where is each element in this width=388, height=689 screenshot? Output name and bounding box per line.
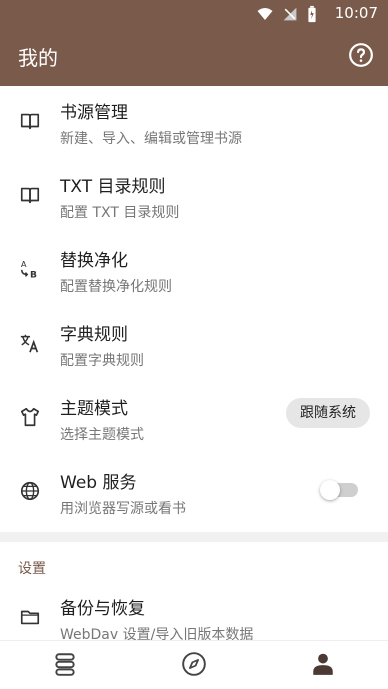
menu-list: 书源管理 新建、导入、编辑或管理书源 TXT 目录规则 配置 TXT 目录规则 … <box>0 86 388 656</box>
row-theme-mode[interactable]: 主题模式 选择主题模式 跟随系统 <box>0 382 388 456</box>
row-subtitle: 配置替换净化规则 <box>60 279 172 295</box>
svg-text:A: A <box>21 259 27 269</box>
row-title: 字典规则 <box>60 325 128 345</box>
book-open-icon <box>19 184 41 206</box>
section-divider <box>0 532 388 542</box>
svg-text:B: B <box>30 269 37 280</box>
status-bar: 10:07 <box>0 0 388 26</box>
page-title: 我的 <box>18 46 58 70</box>
row-dictionary-rules[interactable]: 字典规则 配置字典规则 <box>0 308 388 382</box>
row-txt-toc-rules[interactable]: TXT 目录规则 配置 TXT 目录规则 <box>0 160 388 234</box>
row-web-service[interactable]: Web 服务 用浏览器写源或看书 <box>0 456 388 530</box>
nav-bookshelf[interactable] <box>52 651 78 677</box>
web-service-toggle[interactable] <box>320 480 358 500</box>
section-header-settings: 设置 <box>18 561 46 577</box>
row-title: 替换净化 <box>60 251 128 271</box>
swap-ab-icon: A B <box>19 258 41 280</box>
app-bar: 我的 <box>0 26 388 86</box>
row-title: Web 服务 <box>60 473 137 493</box>
bookshelf-icon <box>55 653 75 676</box>
status-time: 10:07 <box>334 4 378 22</box>
row-subtitle: 选择主题模式 <box>60 427 144 443</box>
row-subtitle: 用浏览器写源或看书 <box>60 501 186 517</box>
nav-profile[interactable] <box>310 651 336 677</box>
globe-icon <box>19 480 41 502</box>
battery-icon <box>308 5 316 23</box>
help-icon <box>349 43 373 67</box>
bottom-navigation <box>0 640 388 689</box>
row-title: 主题模式 <box>60 399 128 419</box>
row-subtitle: 新建、导入、编辑或管理书源 <box>60 131 242 147</box>
status-icons <box>256 5 318 23</box>
row-replace-purify[interactable]: A B 替换净化 配置替换净化规则 <box>0 234 388 308</box>
compass-icon <box>182 652 206 676</box>
tshirt-icon <box>19 406 41 428</box>
translate-icon <box>19 332 41 354</box>
person-icon <box>313 653 333 675</box>
book-open-icon <box>19 110 41 132</box>
row-title: 备份与恢复 <box>60 599 145 619</box>
toggle-knob <box>320 480 340 500</box>
row-book-sources[interactable]: 书源管理 新建、导入、编辑或管理书源 <box>0 86 388 160</box>
folder-icon <box>19 606 41 628</box>
wifi-icon <box>257 8 273 20</box>
row-title: TXT 目录规则 <box>60 177 166 197</box>
row-subtitle: 配置字典规则 <box>60 353 144 369</box>
signal-icon <box>283 7 297 21</box>
row-title: 书源管理 <box>60 103 128 123</box>
help-button[interactable] <box>348 42 374 68</box>
nav-explore[interactable] <box>181 651 207 677</box>
theme-mode-value-button[interactable]: 跟随系统 <box>286 398 370 428</box>
row-subtitle: 配置 TXT 目录规则 <box>60 205 180 221</box>
